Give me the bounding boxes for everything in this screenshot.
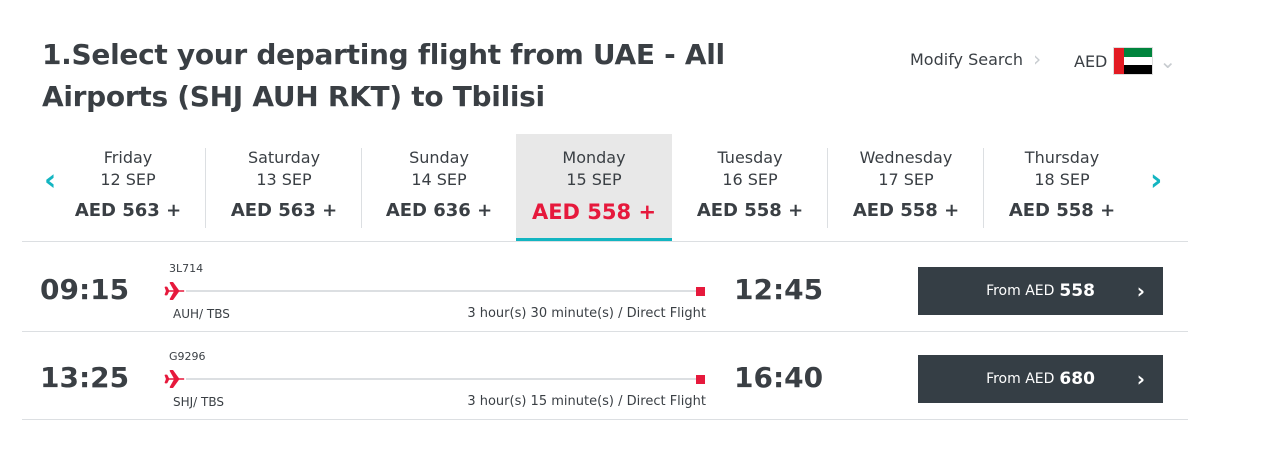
day-name: Wednesday (859, 148, 953, 167)
date-option-wednesday[interactable]: Wednesday 17 SEP AED 558 + (828, 134, 984, 240)
day-date: 16 SEP (722, 170, 778, 189)
currency-selector[interactable]: AED ⌄ (1074, 47, 1176, 75)
route-codes: SHJ/ TBS (173, 395, 225, 409)
route-line (186, 378, 696, 380)
day-name: Sunday (409, 148, 469, 167)
day-date: 15 SEP (566, 170, 622, 189)
day-date: 13 SEP (256, 170, 312, 189)
modify-search-link[interactable]: Modify Search › (910, 49, 1041, 69)
day-price: AED 558 + (531, 200, 657, 224)
departure-time: 09:15 (40, 273, 130, 306)
select-flight-button[interactable]: From AED 558 › (918, 267, 1163, 315)
day-price: AED 563 + (230, 200, 338, 221)
date-option-sunday[interactable]: Sunday 14 SEP AED 636 + (361, 134, 517, 240)
page-title: 1.Select your departing flight from UAE … (42, 38, 725, 113)
day-price: AED 558 + (852, 200, 960, 221)
flight-duration: 3 hour(s) 30 minute(s) / Direct Flight (467, 306, 706, 321)
day-name: Thursday (1024, 148, 1100, 167)
route-line (186, 290, 696, 292)
day-name: Monday (562, 148, 626, 167)
day-price: AED 563 + (74, 200, 182, 221)
destination-marker-icon (696, 287, 705, 296)
chevron-right-icon: › (1136, 367, 1145, 391)
day-date: 17 SEP (878, 170, 934, 189)
day-name: Tuesday (717, 148, 783, 167)
date-option-saturday[interactable]: Saturday 13 SEP AED 563 + (206, 134, 362, 240)
day-name: Friday (103, 148, 153, 167)
next-dates-arrow-icon[interactable]: › (1150, 166, 1170, 196)
destination-marker-icon (696, 375, 705, 384)
day-date: 14 SEP (411, 170, 467, 189)
chevron-right-icon: › (1033, 47, 1042, 71)
currency-code: AED (1074, 51, 1108, 71)
day-date: 18 SEP (1034, 170, 1090, 189)
day-name: Saturday (247, 148, 321, 167)
flight-number: G9296 (169, 350, 206, 363)
select-flight-button[interactable]: From AED 680 › (918, 355, 1163, 403)
from-label: From AED (986, 371, 1055, 387)
modify-search-label: Modify Search (910, 49, 1024, 69)
date-option-tuesday[interactable]: Tuesday 16 SEP AED 558 + (672, 134, 828, 240)
date-strip-baseline (22, 241, 1188, 242)
plane-icon (164, 370, 185, 388)
day-price: AED 636 + (385, 200, 493, 221)
price-amount: 558 (1059, 281, 1095, 301)
chevron-right-icon: › (1136, 279, 1145, 303)
departure-time: 13:25 (40, 361, 130, 394)
plane-icon (164, 282, 185, 300)
chevron-down-icon: ⌄ (1159, 49, 1177, 73)
day-price: AED 558 + (696, 200, 804, 221)
price-amount: 680 (1059, 369, 1095, 389)
date-strip: ‹ Friday 12 SEP AED 563 + Saturday 13 SE… (22, 134, 1188, 242)
arrival-time: 12:45 (734, 273, 824, 306)
arrival-time: 16:40 (734, 361, 824, 394)
day-date: 12 SEP (100, 170, 156, 189)
flight-number: 3L714 (169, 262, 204, 275)
flight-row: 09:15 3L714 AUH/ TBS 3 hour(s) 30 minute… (22, 243, 1188, 332)
flight-row: 13:25 G9296 SHJ/ TBS 3 hour(s) 15 minute… (22, 331, 1188, 420)
route-codes: AUH/ TBS (173, 307, 230, 321)
date-option-monday-selected[interactable]: Monday 15 SEP AED 558 + (516, 134, 672, 242)
date-option-friday[interactable]: Friday 12 SEP AED 563 + (50, 134, 206, 240)
day-price: AED 558 + (1008, 200, 1116, 221)
flight-duration: 3 hour(s) 15 minute(s) / Direct Flight (467, 394, 706, 409)
from-label: From AED (986, 283, 1055, 299)
date-option-thursday[interactable]: Thursday 18 SEP AED 558 + (984, 134, 1140, 240)
uae-flag-icon (1113, 47, 1154, 75)
